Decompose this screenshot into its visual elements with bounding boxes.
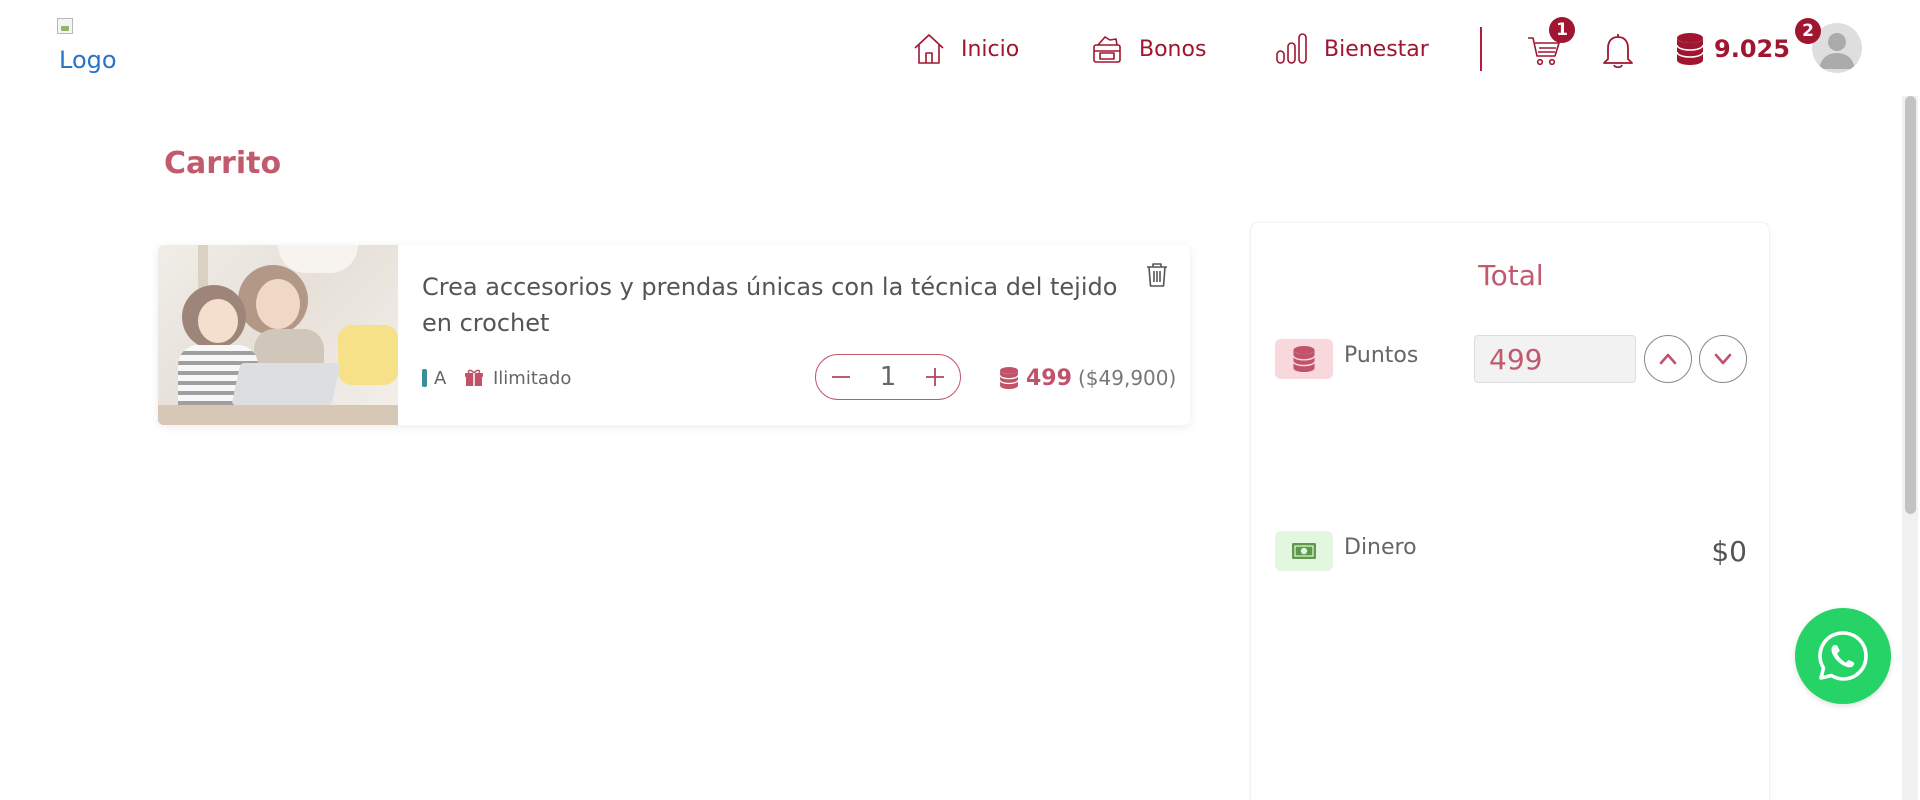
points-label: Puntos [1344, 343, 1419, 368]
coins-icon [1676, 33, 1704, 65]
chevron-up-icon [1659, 353, 1677, 365]
gift-icon [1093, 36, 1121, 63]
total-panel: Total Puntos Dinero $0 [1250, 222, 1770, 800]
decrease-points-button[interactable] [1699, 335, 1747, 383]
plus-icon [925, 368, 944, 386]
bell-icon [1603, 34, 1633, 69]
availability-label: Ilimitado [493, 367, 572, 389]
nav-item-inicio[interactable]: Inicio [911, 30, 1019, 68]
bar-chart-icon [1276, 33, 1307, 64]
minus-icon [832, 376, 850, 378]
page-title: Carrito [164, 146, 282, 181]
scrollbar-thumb[interactable] [1905, 96, 1916, 514]
points-row-icon [1275, 339, 1333, 379]
broken-image-icon [57, 18, 73, 34]
cash-label: Dinero [1344, 535, 1417, 560]
points-input[interactable] [1474, 335, 1636, 383]
nav-label-bienestar: Bienestar [1324, 36, 1429, 62]
increase-points-button[interactable] [1644, 335, 1692, 383]
points-balance[interactable]: 9.025 [1674, 30, 1790, 68]
cash-icon [1292, 543, 1316, 559]
points-balance-value: 9.025 [1714, 35, 1790, 63]
quantity-stepper: 1 [815, 354, 961, 400]
increase-quantity-button[interactable] [920, 362, 950, 392]
user-notification-badge: 2 [1795, 18, 1821, 44]
whatsapp-icon [1818, 631, 1868, 681]
coins-icon [1292, 346, 1316, 372]
quantity-value[interactable]: 1 [880, 362, 897, 392]
nav-item-bonos[interactable]: Bonos [1089, 30, 1206, 68]
product-image[interactable] [158, 245, 398, 425]
product-title[interactable]: Crea accesorios y prendas únicas con la … [422, 269, 1142, 341]
notifications-button[interactable] [1598, 30, 1638, 70]
total-title: Total [1478, 259, 1544, 292]
category-color-bar [422, 369, 427, 387]
home-icon [914, 34, 944, 64]
item-points-price: 499 [998, 363, 1072, 393]
trash-icon [1147, 263, 1167, 287]
coins-icon [999, 367, 1019, 389]
page-scrollbar[interactable] [1902, 96, 1918, 800]
cart-count-badge: 1 [1549, 17, 1575, 43]
cash-value: $0 [1711, 535, 1747, 568]
remove-item-button[interactable] [1144, 261, 1170, 289]
logo-alt-text: Logo [59, 46, 117, 74]
chevron-down-icon [1714, 353, 1732, 365]
cash-row-icon [1275, 531, 1333, 571]
availability-tag: Ilimitado [463, 365, 571, 391]
item-points-value: 499 [1026, 365, 1072, 391]
gift-icon [465, 369, 483, 386]
nav-label-inicio: Inicio [961, 36, 1020, 62]
nav-item-bienestar[interactable]: Bienestar [1274, 30, 1429, 68]
header-divider [1480, 27, 1482, 71]
decrease-quantity-button[interactable] [826, 362, 856, 392]
cart-item-card: Crea accesorios y prendas únicas con la … [158, 245, 1190, 425]
whatsapp-button[interactable] [1795, 608, 1891, 704]
category-tag-label: A [434, 367, 447, 389]
item-money-price: ($49,900) [1078, 366, 1177, 390]
top-header: Logo Inicio Bonos Bienestar 1 9.025 2 [0, 0, 1920, 96]
nav-label-bonos: Bonos [1139, 36, 1207, 62]
category-tag: A [422, 365, 446, 391]
logo[interactable]: Logo [57, 18, 127, 78]
